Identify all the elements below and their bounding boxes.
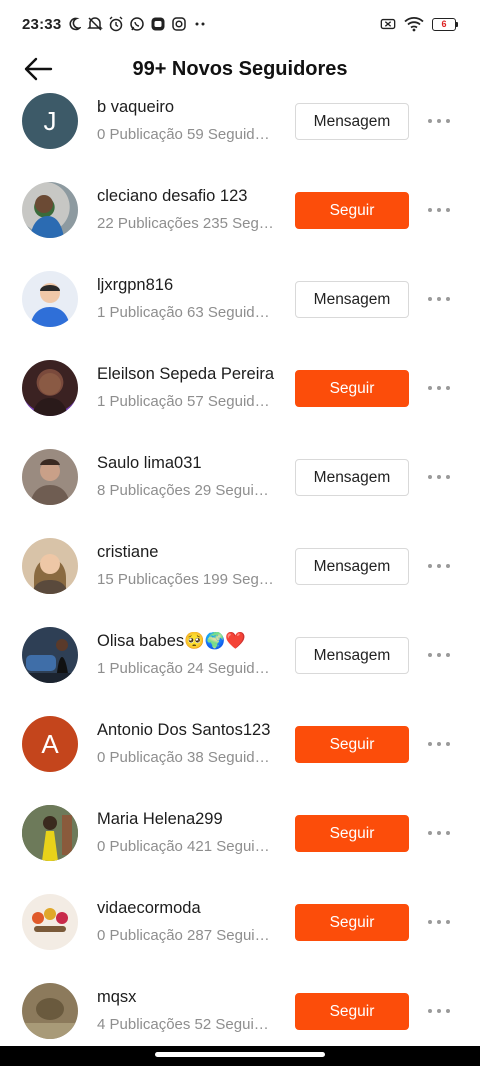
more-dots-icon [192, 16, 208, 32]
header: 99+ Novos Seguidores [0, 48, 480, 90]
sim-off-icon [380, 16, 396, 32]
follower-name[interactable]: cleciano desafio 123 [97, 187, 277, 206]
moon-icon [66, 16, 82, 32]
home-indicator[interactable] [155, 1052, 325, 1057]
avatar[interactable] [22, 538, 78, 594]
follower-name[interactable]: mqsx [97, 988, 277, 1007]
avatar[interactable]: A [22, 716, 78, 772]
app-icon [150, 16, 166, 32]
follower-stats: 0 Publicação 287 Seguidores [97, 927, 277, 944]
follow-button[interactable]: Seguir [295, 993, 409, 1030]
profile-photo-icon [22, 639, 78, 683]
more-options-button[interactable] [426, 824, 452, 842]
message-button[interactable]: Mensagem [295, 281, 409, 318]
profile-photo-icon [30, 283, 70, 327]
follower-stats: 15 Publicações 199 Seguidores [97, 571, 277, 588]
follower-stats: 0 Publicação 421 Seguidores [97, 838, 277, 855]
follow-button[interactable]: Seguir [295, 192, 409, 229]
wifi-icon [404, 16, 424, 32]
status-right: 6 [380, 16, 458, 32]
avatar[interactable] [22, 627, 78, 683]
follower-name[interactable]: Saulo lima031 [97, 454, 277, 473]
more-options-button[interactable] [426, 646, 452, 664]
navigation-bar [0, 1046, 480, 1066]
battery-level: 6 [432, 17, 456, 31]
follower-row[interactable]: ljxrgpn816 1 Publicação 63 Seguidores Me… [0, 266, 480, 355]
avatar-letter: J [43, 105, 57, 136]
follower-row[interactable]: A Antonio Dos Santos123 0 Publicação 38 … [0, 711, 480, 800]
status-time: 23:33 [22, 15, 62, 33]
more-options-button[interactable] [426, 1002, 452, 1020]
logo-icon [32, 908, 68, 932]
follower-stats: 1 Publicação 24 Seguidores [97, 660, 277, 677]
follower-name[interactable]: Olisa babes🥺🌍❤️ [97, 632, 277, 651]
more-options-button[interactable] [426, 468, 452, 486]
mute-icon [87, 16, 104, 32]
avatar[interactable] [22, 360, 78, 416]
avatar[interactable] [22, 894, 78, 950]
whatsapp-icon [129, 16, 145, 32]
more-options-button[interactable] [426, 913, 452, 931]
follow-button[interactable]: Seguir [295, 726, 409, 763]
follower-name[interactable]: vidaecormoda [97, 899, 277, 918]
follower-name[interactable]: cristiane [97, 543, 277, 562]
more-options-button[interactable] [426, 112, 452, 130]
profile-photo-icon [30, 459, 70, 505]
profile-photo-icon [30, 195, 64, 238]
avatar[interactable] [22, 182, 78, 238]
status-left: 23:33 [22, 16, 208, 33]
more-options-button[interactable] [426, 379, 452, 397]
message-button[interactable]: Mensagem [295, 548, 409, 585]
more-options-button[interactable] [426, 201, 452, 219]
follower-row[interactable]: J b vaqueiro 0 Publicação 59 Seguidores … [0, 88, 480, 177]
follower-name[interactable]: ljxrgpn816 [97, 276, 277, 295]
battery-icon: 6 [432, 17, 458, 31]
instagram-icon [171, 16, 187, 32]
avatar[interactable] [22, 271, 78, 327]
profile-photo-icon [32, 554, 68, 594]
follower-row[interactable]: Maria Helena299 0 Publicação 421 Seguido… [0, 800, 480, 889]
follower-stats: 22 Publicações 235 Seguidores [97, 215, 277, 232]
follow-button[interactable]: Seguir [295, 370, 409, 407]
follow-button[interactable]: Seguir [295, 904, 409, 941]
message-button[interactable]: Mensagem [295, 103, 409, 140]
alarm-icon [108, 16, 124, 32]
profile-photo-icon [22, 805, 78, 861]
follower-name[interactable]: Eleilson Sepeda Pereira [97, 365, 277, 384]
profile-photo-icon [32, 373, 68, 416]
follower-row[interactable]: cleciano desafio 123 22 Publicações 235 … [0, 177, 480, 266]
follower-stats: 1 Publicação 57 Seguidores [97, 393, 277, 410]
avatar[interactable] [22, 449, 78, 505]
avatar[interactable]: J [22, 93, 78, 149]
more-options-button[interactable] [426, 557, 452, 575]
follower-stats: 4 Publicações 52 Seguidores [97, 1016, 277, 1033]
follower-row[interactable]: Olisa babes🥺🌍❤️ 1 Publicação 24 Seguidor… [0, 622, 480, 711]
follower-row[interactable]: Eleilson Sepeda Pereira 1 Publicação 57 … [0, 355, 480, 444]
profile-photo-icon [22, 998, 78, 1039]
follower-name[interactable]: Maria Helena299 [97, 810, 277, 829]
more-options-button[interactable] [426, 735, 452, 753]
follow-button[interactable]: Seguir [295, 815, 409, 852]
avatar[interactable] [22, 805, 78, 861]
follower-row[interactable]: vidaecormoda 0 Publicação 287 Seguidores… [0, 889, 480, 978]
status-bar: 23:33 6 [0, 0, 480, 48]
follower-row[interactable]: Saulo lima031 8 Publicações 29 Seguidore… [0, 444, 480, 533]
follower-stats: 8 Publicações 29 Seguidores [97, 482, 277, 499]
follower-row[interactable]: cristiane 15 Publicações 199 Seguidores … [0, 533, 480, 622]
follower-stats: 0 Publicação 38 Seguidores [97, 749, 277, 766]
avatar-letter: A [41, 728, 59, 759]
more-options-button[interactable] [426, 290, 452, 308]
back-button[interactable] [20, 52, 56, 86]
follower-name[interactable]: Antonio Dos Santos123 [97, 721, 277, 740]
arrow-left-icon [24, 57, 53, 81]
follower-stats: 0 Publicação 59 Seguidores [97, 126, 277, 143]
message-button[interactable]: Mensagem [295, 459, 409, 496]
page-title: 99+ Novos Seguidores [132, 57, 348, 80]
follower-stats: 1 Publicação 63 Seguidores [97, 304, 277, 321]
message-button[interactable]: Mensagem [295, 637, 409, 674]
avatar[interactable] [22, 983, 78, 1039]
follower-name[interactable]: b vaqueiro [97, 98, 277, 117]
